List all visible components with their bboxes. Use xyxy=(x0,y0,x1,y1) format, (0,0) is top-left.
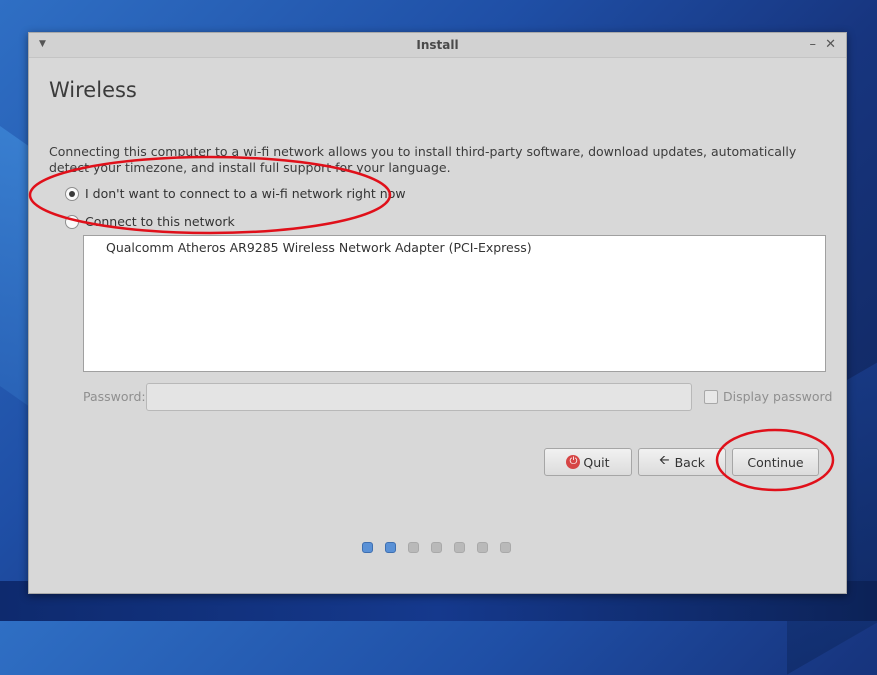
page-title: Wireless xyxy=(49,78,137,102)
display-password-checkbox[interactable] xyxy=(704,389,718,404)
no-wifi-label[interactable]: I don't want to connect to a wi-fi netwo… xyxy=(85,186,406,201)
installer-window: ▼ Install – ✕ Wireless Connecting this c… xyxy=(28,32,847,594)
continue-button[interactable]: Continue xyxy=(732,448,819,476)
progress-step-dot xyxy=(500,542,511,553)
network-list-item[interactable]: Qualcomm Atheros AR9285 Wireless Network… xyxy=(84,236,825,255)
display-password-label[interactable]: Display password xyxy=(723,389,832,404)
progress-step-dot xyxy=(454,542,465,553)
network-list[interactable]: Qualcomm Atheros AR9285 Wireless Network… xyxy=(83,235,826,372)
arrow-left-icon: 🡨 xyxy=(659,453,670,468)
progress-step-dot xyxy=(408,542,419,553)
connect-network-radio[interactable] xyxy=(65,214,79,229)
no-wifi-radio[interactable] xyxy=(65,186,79,201)
connect-network-label[interactable]: Connect to this network xyxy=(85,214,235,229)
password-label: Password: xyxy=(83,389,146,404)
display-password-option[interactable]: Display password xyxy=(704,389,832,404)
back-button[interactable]: 🡨 Back xyxy=(638,448,726,476)
close-icon[interactable]: ✕ xyxy=(825,37,836,52)
power-icon: ⏻ xyxy=(566,455,581,469)
window-title: Install xyxy=(416,38,459,52)
progress-step-dot xyxy=(385,542,396,553)
connect-network-option[interactable]: Connect to this network xyxy=(65,214,235,229)
progress-step-dot xyxy=(431,542,442,553)
progress-indicator xyxy=(362,542,523,553)
title-bar: ▼ Install – ✕ xyxy=(29,33,846,58)
no-wifi-option[interactable]: I don't want to connect to a wi-fi netwo… xyxy=(65,186,406,201)
page-description: Connecting this computer to a wi-fi netw… xyxy=(49,144,797,175)
password-input[interactable] xyxy=(146,383,692,411)
minimize-icon[interactable]: – xyxy=(810,37,817,52)
back-button-label: Back xyxy=(674,454,705,470)
continue-button-label: Continue xyxy=(747,454,804,470)
radio-selected-dot xyxy=(69,190,75,197)
progress-step-dot xyxy=(477,542,488,553)
progress-step-dot xyxy=(362,542,373,553)
quit-button[interactable]: ⏻ Quit xyxy=(544,448,632,476)
quit-button-label: Quit xyxy=(583,454,610,470)
